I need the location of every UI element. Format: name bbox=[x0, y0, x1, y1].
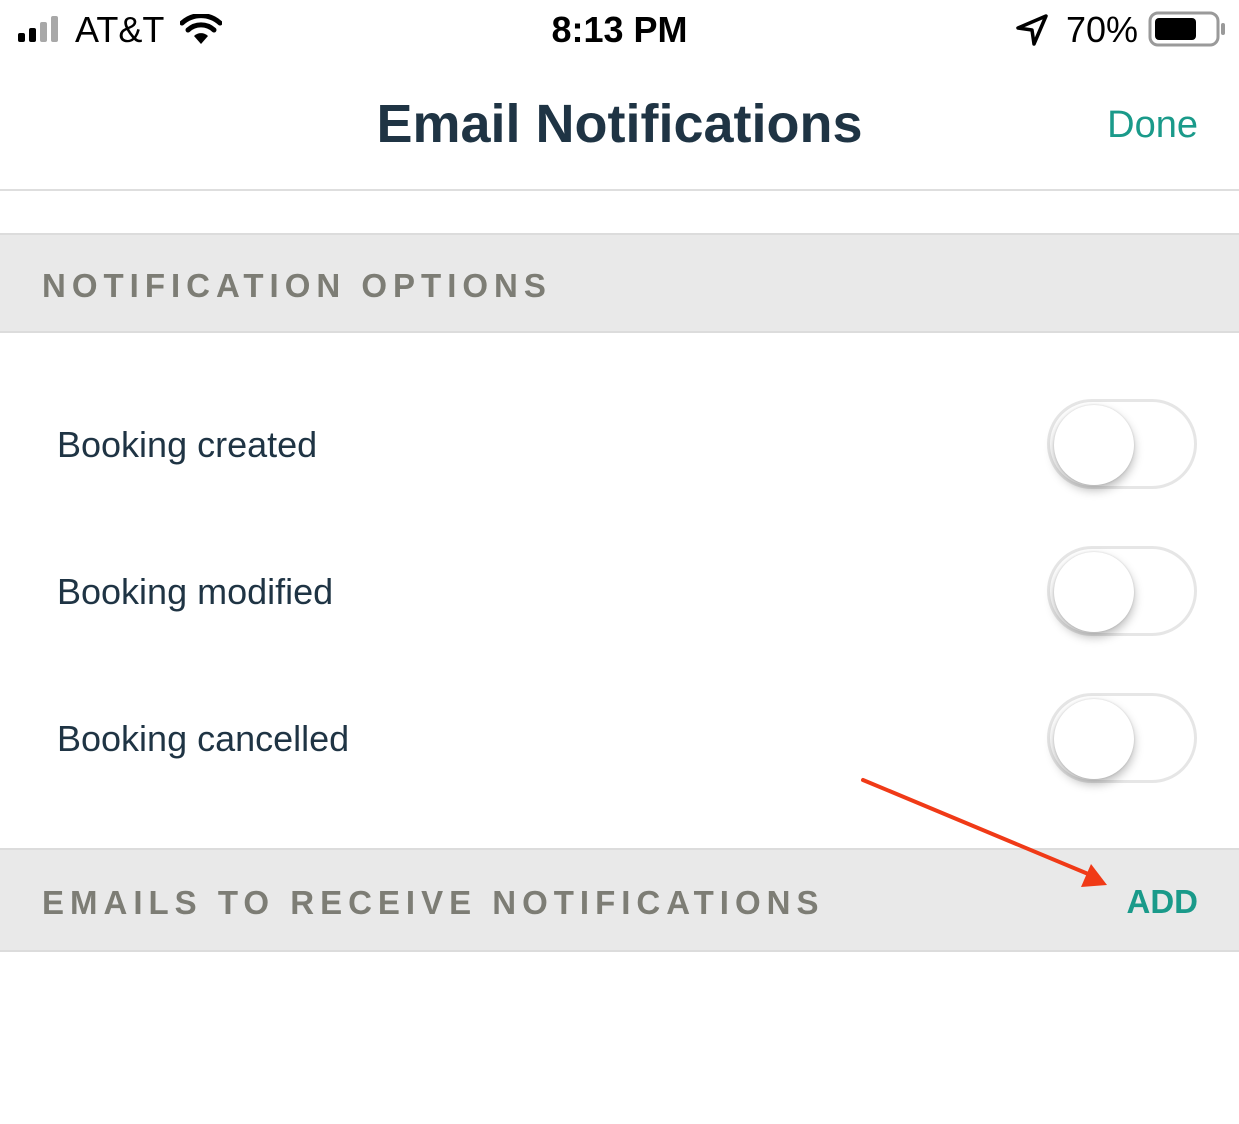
section-title: EMAILS TO RECEIVE NOTIFICATIONS bbox=[42, 884, 825, 921]
annotation-arrow bbox=[861, 778, 1107, 887]
battery-percent: 70% bbox=[1066, 9, 1139, 50]
option-row-booking-created: Booking created bbox=[0, 372, 1239, 519]
toggle-knob bbox=[1054, 552, 1134, 632]
option-label: Booking cancelled bbox=[57, 718, 350, 759]
add-email-button[interactable]: ADD bbox=[1127, 882, 1199, 922]
page-title: Email Notifications bbox=[376, 94, 863, 154]
option-label: Booking created bbox=[57, 424, 318, 465]
notification-options-header: NOTIFICATION OPTIONS bbox=[0, 233, 1239, 333]
location-arrow-icon bbox=[1016, 14, 1048, 46]
status-time: 8:13 PM bbox=[551, 9, 688, 50]
option-label: Booking modified bbox=[57, 571, 334, 612]
booking-created-toggle[interactable] bbox=[1047, 399, 1197, 489]
toggle-knob bbox=[1054, 405, 1134, 485]
status-bar: AT&T 8:13 PM 70% bbox=[0, 0, 1239, 62]
section-title: NOTIFICATION OPTIONS bbox=[42, 267, 552, 304]
done-button[interactable]: Done bbox=[1107, 102, 1198, 148]
toggle-knob bbox=[1054, 699, 1134, 779]
battery-icon bbox=[1148, 11, 1225, 47]
booking-modified-toggle[interactable] bbox=[1047, 546, 1197, 636]
navigation-bar: Email Notifications Done bbox=[0, 62, 1239, 191]
email-notifications-screen: AT&T 8:13 PM 70% Email Notifications Don… bbox=[0, 0, 1239, 1124]
option-row-booking-modified: Booking modified bbox=[0, 519, 1239, 666]
